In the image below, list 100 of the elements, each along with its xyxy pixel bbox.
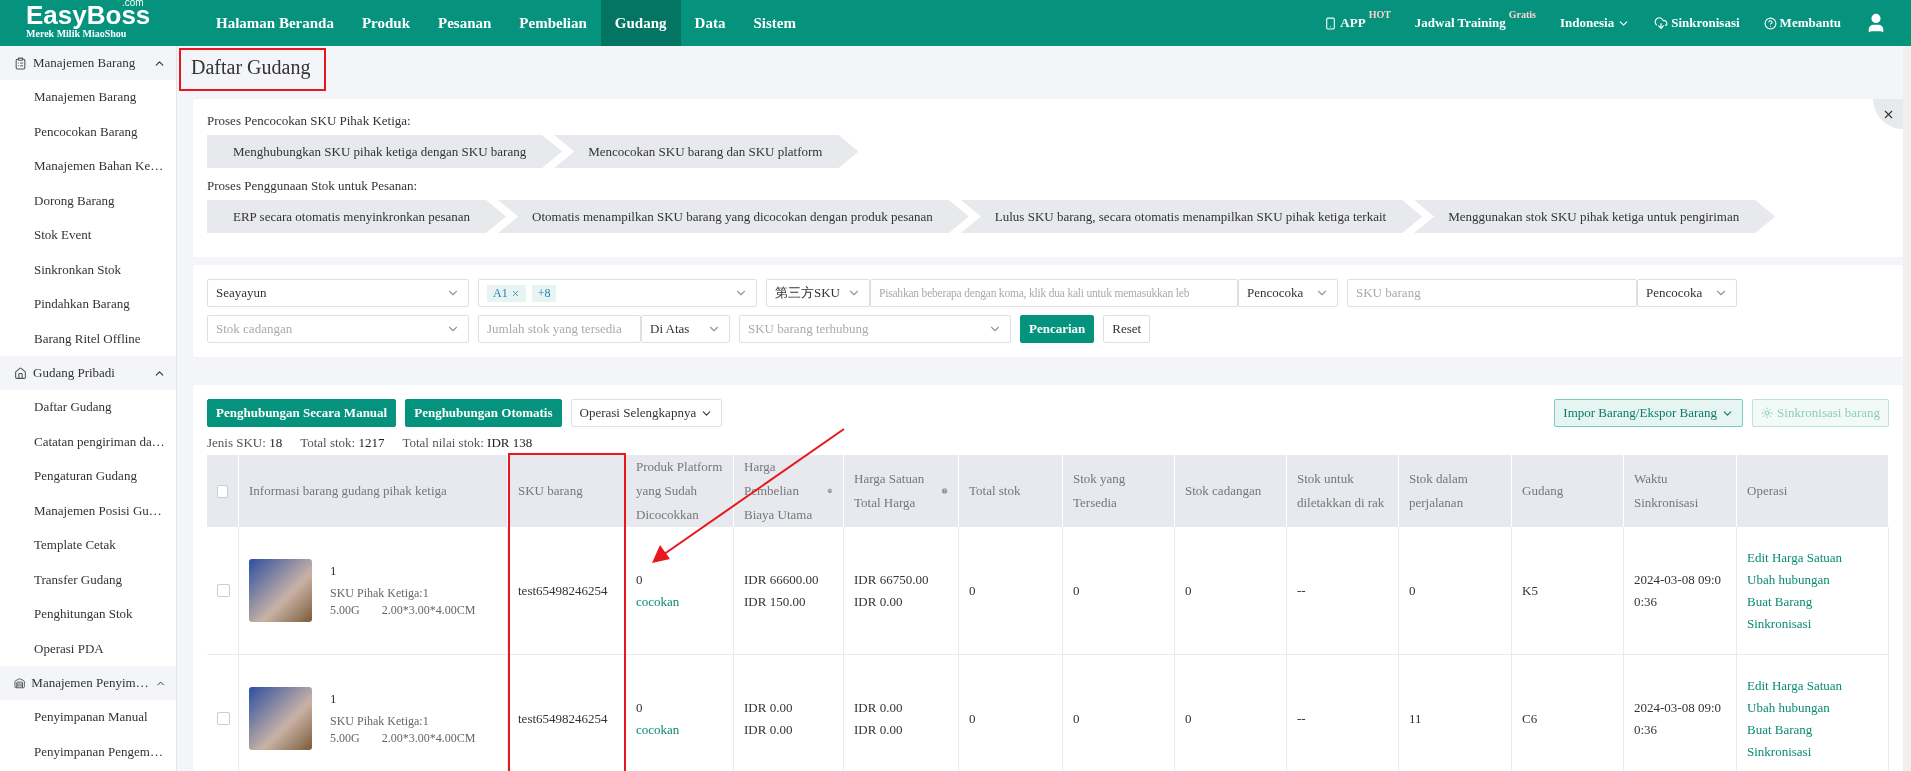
checkbox[interactable] — [217, 584, 230, 597]
column-header: Stok untuk diletakkan di rak — [1297, 470, 1386, 512]
page-title: Daftar Gudang — [179, 48, 327, 91]
nav-tab[interactable]: Sistem — [739, 0, 810, 46]
sidebar-item[interactable]: Sinkronkan Stok — [0, 252, 176, 287]
item-weight: 5.00G — [330, 602, 360, 619]
scrollbar[interactable] — [1903, 46, 1911, 771]
import-export-button[interactable]: Impor Barang/Ekspor Barang — [1554, 399, 1744, 427]
nav-tab[interactable]: Pembelian — [505, 0, 601, 46]
auto-link-button[interactable]: Penghubungan Otomatis — [405, 399, 562, 427]
nav-tab[interactable]: Gudang — [600, 0, 681, 46]
tag-select[interactable]: A1 +8 — [478, 279, 757, 307]
remove-icon[interactable] — [510, 288, 520, 298]
table-cell-text: -- — [1297, 709, 1307, 728]
price-text: IDR 0.00 — [854, 720, 904, 739]
language-select[interactable]: Indonesia — [1560, 15, 1631, 31]
price-text: IDR 0.00 — [744, 698, 794, 717]
third-party-sku: SKU Pihak Ketiga:1 — [330, 713, 430, 730]
process-step: Mencocokan SKU barang dan SKU platform — [554, 135, 859, 168]
action-link[interactable]: Ubah hubungan — [1747, 568, 1878, 591]
sku-input[interactable]: Pisahkan beberapa dengan koma, klik dua kali untuk memasukkan leb — [870, 279, 1238, 307]
nav-tab[interactable]: Produk — [347, 0, 424, 46]
action-link[interactable]: Sinkronisasi — [1747, 740, 1878, 763]
column-header: Produk Platform yang Sudah Dicocokkan — [636, 458, 723, 524]
sidebar-item[interactable]: Stok Event — [0, 218, 176, 253]
sidebar-item[interactable]: Barang Ritel Offline — [0, 321, 176, 356]
sku-barang-input[interactable]: SKU barang — [1347, 279, 1637, 307]
help-link[interactable]: Membantu — [1763, 15, 1841, 31]
action-link[interactable]: Buat Barang — [1747, 590, 1878, 613]
stock-select[interactable]: Stok cadangan — [207, 315, 469, 343]
sidebar-item[interactable]: Catatan pengiriman da… — [0, 424, 176, 459]
table-cell-text: C6 — [1522, 709, 1539, 728]
table-cell-text: 0 — [1073, 709, 1081, 728]
action-link[interactable]: Buat Barang — [1747, 718, 1878, 741]
action-link[interactable]: Edit Harga Satuan — [1747, 674, 1878, 697]
sidebar-item[interactable]: Daftar Gudang — [0, 390, 176, 425]
table-cell-text: 0 — [969, 709, 977, 728]
sku-text: test65498246254 — [518, 709, 609, 728]
item-size: 2.00*3.00*4.00CM — [381, 730, 476, 747]
sidebar-group[interactable]: Gudang Pribadi — [0, 356, 176, 390]
nav-tab[interactable]: Halaman Beranda — [202, 0, 348, 46]
match-select[interactable]: Pencocoka — [1238, 279, 1338, 307]
sidebar-item[interactable]: Pengaturan Gudang — [0, 459, 176, 494]
sync-icon — [1761, 407, 1774, 419]
action-link[interactable]: Sinkronisasi — [1747, 612, 1878, 635]
warehouse-select[interactable]: Seayayun — [207, 279, 469, 307]
match-select[interactable]: Pencocoka — [1637, 279, 1737, 307]
sku-text: test65498246254 — [518, 581, 609, 600]
sidebar-item[interactable]: Manajemen Barang — [0, 80, 176, 115]
nav-tab[interactable]: Pesanan — [424, 0, 506, 46]
sidebar-item[interactable]: Transfer Gudang — [0, 562, 176, 597]
sku-type-select[interactable]: 第三方SKU — [766, 279, 870, 307]
stat-text: Total nilai stok: IDR 138 — [402, 435, 533, 451]
table-cell-text: K5 — [1522, 581, 1539, 600]
sidebar-item[interactable]: Template Cetak — [0, 528, 176, 563]
manual-link-button[interactable]: Penghubungan Secara Manual — [207, 399, 397, 427]
sidebar-item[interactable]: Manajemen Posisi Gu… — [0, 493, 176, 528]
sidebar-item[interactable]: Pindahkan Barang — [0, 287, 176, 322]
stat-text: Jenis SKU: 18 — [207, 435, 283, 451]
checkbox[interactable] — [217, 712, 230, 725]
price-text: IDR 150.00 — [744, 592, 807, 611]
item-weight: 5.00G — [330, 730, 360, 747]
price-text: IDR 0.00 — [744, 720, 794, 739]
column-header: Total stok — [969, 482, 1021, 500]
column-header: Harga Satuan Total Harga — [854, 470, 926, 512]
nav-tab[interactable]: Data — [680, 0, 740, 46]
item-size: 2.00*3.00*4.00CM — [381, 602, 476, 619]
reset-button[interactable]: Reset — [1103, 315, 1151, 343]
sidebar-item[interactable]: Pencocokan Barang — [0, 114, 176, 149]
action-link[interactable]: Edit Harga Satuan — [1747, 546, 1878, 569]
sidebar-item[interactable]: Penghitungan Stok — [0, 597, 176, 632]
stat-text: Total stok: 1217 — [300, 435, 385, 451]
item-name: 1 — [330, 562, 338, 579]
sidebar-item[interactable]: Manajemen Bahan Ke… — [0, 149, 176, 184]
process-step: Menghubungkan SKU pihak ketiga dengan SKU barang — [207, 135, 563, 168]
price-text: IDR 0.00 — [854, 698, 904, 717]
price-text: IDR 0.00 — [854, 592, 904, 611]
sidebar-item[interactable]: Operasi PDA — [0, 631, 176, 666]
comparison-select[interactable]: Di Atas — [641, 315, 730, 343]
clipboard-icon — [14, 56, 27, 70]
process-step: Otomatis menampilkan SKU barang yang dicocokan dengan produk pesanan — [498, 200, 969, 233]
sidebar-item[interactable]: Penyimpanan Pengem… — [0, 734, 176, 769]
more-actions-button[interactable]: Operasi Selengkapnya — [570, 399, 723, 427]
match-link[interactable]: cocokan — [636, 718, 723, 741]
action-link[interactable]: Ubah hubungan — [1747, 696, 1878, 719]
sync-link[interactable]: Sinkronisasi — [1654, 15, 1740, 31]
linked-sku-select[interactable]: SKU barang terhubung — [739, 315, 1011, 343]
help-icon — [827, 485, 833, 497]
sidebar-item[interactable]: Penyimpanan Manual — [0, 700, 176, 735]
match-link[interactable]: cocokan — [636, 590, 723, 613]
photo-placeholder — [249, 559, 312, 622]
search-button[interactable]: Pencarian — [1020, 315, 1095, 343]
column-header: Stok cadangan — [1185, 482, 1262, 500]
table-cell-text: 0 — [1073, 581, 1081, 600]
checkbox[interactable] — [217, 484, 228, 498]
sidebar-group[interactable]: Manajemen Penyim… — [0, 666, 176, 700]
process-title: Proses Pencocokan SKU Pihak Ketiga: — [207, 113, 412, 129]
sidebar-group[interactable]: Manajemen Barang — [0, 46, 176, 80]
sidebar-item[interactable]: Dorong Barang — [0, 183, 176, 218]
quantity-input[interactable]: Jumlah stok yang tersedia — [478, 315, 641, 343]
